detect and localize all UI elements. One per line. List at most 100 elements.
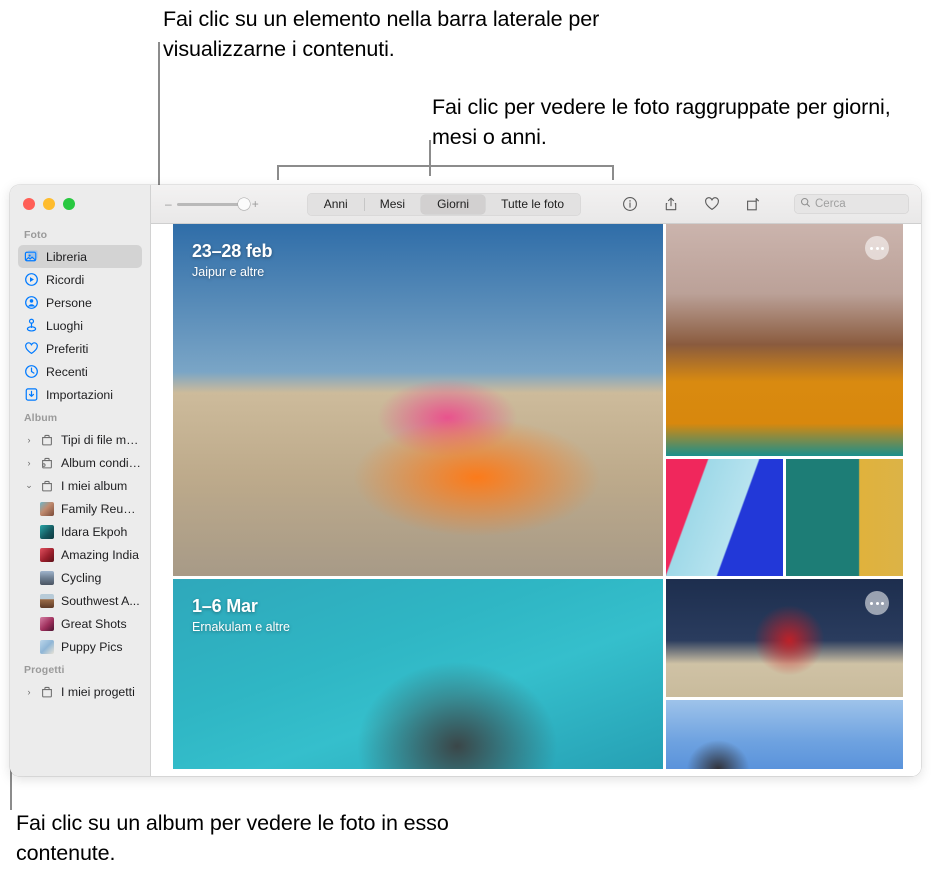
sidebar-item-i-miei-progetti[interactable]: › I miei progetti bbox=[18, 680, 142, 703]
sidebar: Foto Libreria Ricordi Persone Luoghi Pre… bbox=[10, 185, 151, 776]
dot bbox=[875, 246, 879, 250]
photos-window: Foto Libreria Ricordi Persone Luoghi Pre… bbox=[10, 185, 921, 776]
photo-woman-green-door[interactable] bbox=[786, 459, 903, 576]
sidebar-item-libreria[interactable]: Libreria bbox=[18, 245, 142, 268]
zoom-slider[interactable]: – + bbox=[165, 198, 259, 210]
chevron-right-icon[interactable]: › bbox=[24, 458, 34, 468]
memories-icon bbox=[24, 272, 39, 287]
sidebar-section-header-foto: Foto bbox=[24, 229, 48, 241]
zoom-button[interactable] bbox=[63, 198, 75, 210]
dot bbox=[875, 601, 879, 605]
toolbar: – + Anni Mesi Giorni Tutte le foto Cerca bbox=[151, 185, 921, 224]
day-group-overlay: 1–6 Mar Ernakulam e altre bbox=[192, 596, 290, 634]
traffic-lights bbox=[10, 185, 150, 223]
info-icon[interactable] bbox=[621, 195, 639, 213]
places-pin-icon bbox=[24, 318, 39, 333]
day-group-side-column bbox=[666, 224, 903, 576]
photo-grid[interactable]: 23–28 feb Jaipur e altre 1–6 Mar Ernakul… bbox=[151, 224, 921, 776]
leader-line-grouping-top bbox=[277, 165, 614, 167]
day-group-overlay: 23–28 feb Jaipur e altre bbox=[192, 241, 272, 279]
sidebar-item-label: Preferiti bbox=[46, 341, 89, 356]
zoom-slider-knob[interactable] bbox=[237, 198, 250, 210]
sidebar-item-ricordi[interactable]: Ricordi bbox=[18, 268, 142, 291]
dot bbox=[870, 246, 873, 250]
window-body: Foto Libreria Ricordi Persone Luoghi Pre… bbox=[10, 185, 921, 776]
minimize-button[interactable] bbox=[43, 198, 55, 210]
photo-woman-yellow-shawl[interactable] bbox=[666, 224, 903, 456]
sidebar-album-puppy-pics[interactable]: Puppy Pics bbox=[18, 635, 142, 658]
sidebar-item-label: Libreria bbox=[46, 249, 88, 264]
day-group-date: 23–28 feb bbox=[192, 241, 273, 261]
tab-mesi[interactable]: Mesi bbox=[363, 195, 421, 214]
sidebar-item-label: Great Shots bbox=[61, 616, 127, 631]
sidebar-section-header-album: Album bbox=[24, 412, 58, 424]
share-icon[interactable] bbox=[662, 195, 680, 213]
tab-giorni[interactable]: Giorni bbox=[421, 194, 486, 214]
chevron-right-icon[interactable]: › bbox=[24, 687, 34, 697]
sidebar-item-label: I miei album bbox=[61, 478, 128, 493]
zoom-slider-track[interactable] bbox=[176, 198, 250, 210]
people-icon bbox=[24, 295, 39, 310]
day-group-place: Jaipur e altre bbox=[192, 265, 265, 279]
callout-sidebar-text: Fai clic su un elemento nella barra late… bbox=[163, 7, 600, 61]
toolbar-icon-group bbox=[621, 195, 762, 213]
sidebar-item-preferiti[interactable]: Preferiti bbox=[18, 337, 142, 360]
sidebar-album-cycling[interactable]: Cycling bbox=[18, 566, 142, 589]
search-placeholder: Cerca bbox=[815, 198, 846, 210]
folder-icon bbox=[39, 432, 54, 447]
photo-swimmer[interactable]: 1–6 Mar Ernakulam e altre bbox=[173, 579, 663, 769]
album-thumbnail bbox=[40, 501, 54, 516]
search-input[interactable]: Cerca bbox=[794, 194, 909, 214]
sidebar-item-persone[interactable]: Persone bbox=[18, 291, 142, 314]
more-options-button[interactable] bbox=[865, 236, 889, 260]
tab-tutte-le-foto[interactable]: Tutte le foto bbox=[485, 195, 580, 214]
sidebar-item-importazioni[interactable]: Importazioni bbox=[18, 383, 142, 406]
sidebar-album-family-reunion[interactable]: Family Reuni... bbox=[18, 497, 142, 520]
sidebar-item-label: Recenti bbox=[46, 364, 88, 379]
favorite-heart-icon[interactable] bbox=[703, 195, 721, 213]
import-icon bbox=[24, 387, 39, 402]
close-button[interactable] bbox=[23, 198, 35, 210]
content-area: – + Anni Mesi Giorni Tutte le foto Cerca… bbox=[151, 185, 921, 776]
sidebar-album-southwest-adventure[interactable]: Southwest A... bbox=[18, 589, 142, 612]
folder-icon bbox=[39, 684, 54, 699]
sidebar-album-amazing-india[interactable]: Amazing India bbox=[18, 543, 142, 566]
clock-icon bbox=[24, 364, 39, 379]
photo-day-group: 23–28 feb Jaipur e altre bbox=[173, 224, 903, 576]
more-options-button[interactable] bbox=[865, 591, 889, 615]
photo-man-sunglasses[interactable] bbox=[666, 459, 783, 576]
sidebar-album-idara-ekpoh[interactable]: Idara Ekpoh bbox=[18, 520, 142, 543]
photos-library-icon bbox=[24, 249, 39, 264]
album-thumbnail bbox=[40, 593, 54, 608]
view-mode-segmented-control[interactable]: Anni Mesi Giorni Tutte le foto bbox=[306, 192, 582, 216]
sidebar-item-label: Idara Ekpoh bbox=[61, 524, 128, 539]
sidebar-item-label: Luoghi bbox=[46, 318, 83, 333]
sidebar-scroll-area[interactable]: Foto Libreria Ricordi Persone Luoghi Pre… bbox=[10, 223, 150, 776]
day-group-side-pair bbox=[666, 459, 903, 576]
photo-cyclist-red-helmet[interactable] bbox=[666, 579, 903, 697]
sidebar-item-recenti[interactable]: Recenti bbox=[18, 360, 142, 383]
tab-anni[interactable]: Anni bbox=[308, 195, 364, 214]
photo-dancer-pavilion[interactable]: 23–28 feb Jaipur e altre bbox=[173, 224, 663, 576]
album-thumbnail bbox=[40, 524, 54, 539]
sidebar-item-label: Tipi di file multi... bbox=[61, 432, 142, 447]
zoom-out-icon[interactable]: – bbox=[165, 198, 172, 210]
photo-sky-portrait[interactable] bbox=[666, 700, 903, 769]
leader-line-grouping-right bbox=[612, 165, 614, 180]
sidebar-item-luoghi[interactable]: Luoghi bbox=[18, 314, 142, 337]
sidebar-item-label: Family Reuni... bbox=[61, 501, 142, 516]
sidebar-item-album-condivisi[interactable]: › Album condivisi bbox=[18, 451, 143, 474]
day-group-side-column bbox=[666, 579, 903, 769]
photo-day-group: 1–6 Mar Ernakulam e altre bbox=[173, 579, 903, 769]
leader-line-grouping-vertical bbox=[429, 140, 431, 176]
chevron-right-icon[interactable]: › bbox=[24, 435, 34, 445]
zoom-in-icon[interactable]: + bbox=[252, 198, 259, 210]
sidebar-item-i-miei-album[interactable]: ⌄ I miei album bbox=[18, 474, 142, 497]
folder-icon bbox=[39, 478, 54, 493]
chevron-down-icon[interactable]: ⌄ bbox=[24, 480, 34, 491]
rotate-icon[interactable] bbox=[744, 195, 762, 213]
shared-album-icon bbox=[39, 455, 54, 470]
sidebar-item-tipi-di-file-multimediali[interactable]: › Tipi di file multi... bbox=[18, 428, 143, 451]
sidebar-album-great-shots[interactable]: Great Shots bbox=[18, 612, 142, 635]
search-icon bbox=[800, 195, 811, 213]
